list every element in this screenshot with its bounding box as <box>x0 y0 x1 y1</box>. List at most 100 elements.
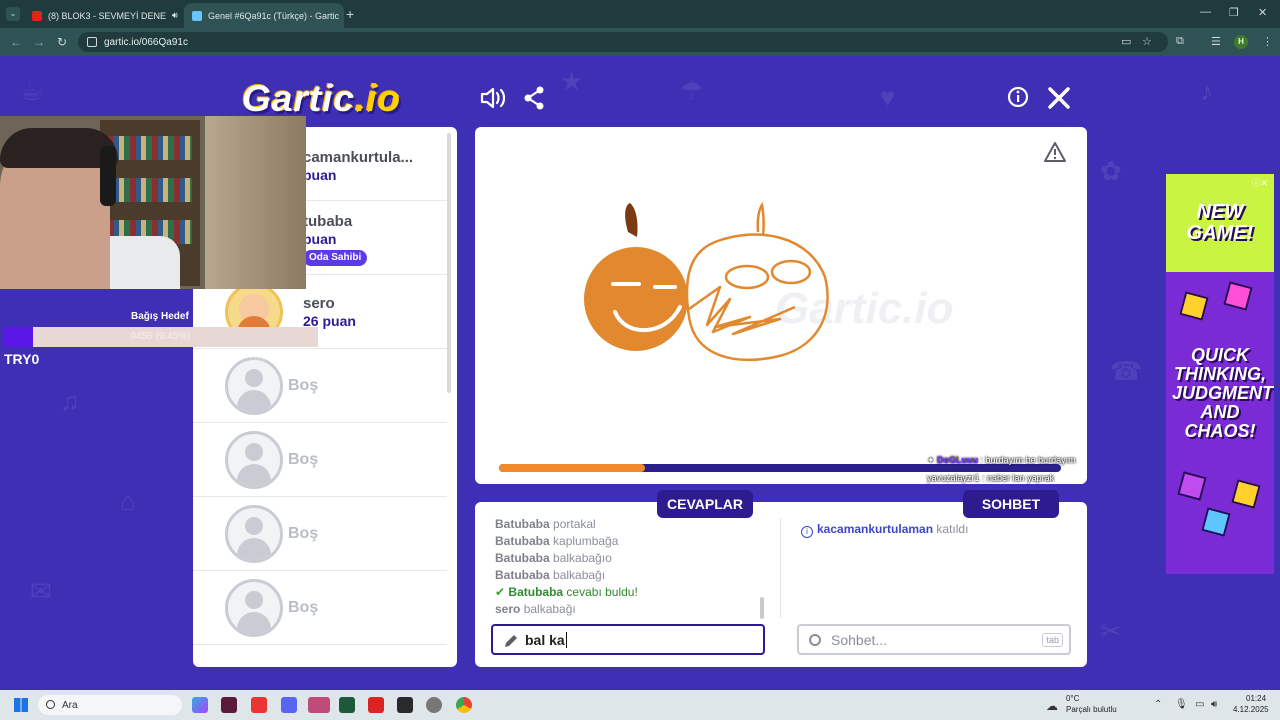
ad-card-icon <box>1223 281 1253 311</box>
tab-title: (8) BLOK3 - SEVMEYİ DENE <box>48 10 167 21</box>
gartic-favicon-icon <box>192 10 202 21</box>
weather-cloud-icon[interactable]: ☁ <box>1046 699 1058 713</box>
stream-chat-user: DoGLuuu <box>937 455 979 465</box>
pattern-icon: ✉ <box>30 576 52 606</box>
room-owner-badge: Oda Sahibi <box>303 250 368 266</box>
player-points: puan <box>303 167 337 183</box>
microphone-icon[interactable]: 🎙︎ <box>1175 699 1188 710</box>
empty-slot-label: Boş <box>288 451 319 468</box>
url-text: gartic.io/066Qa91c <box>104 36 188 48</box>
browser-toolbar: ← → ↻ gartic.io/066Qa91c ▭ ☆ ⧉ ☰ ⋮ <box>0 28 1280 56</box>
windows-start-icon[interactable] <box>14 698 28 712</box>
app-icon[interactable] <box>368 697 384 713</box>
share-icon[interactable] <box>523 86 545 117</box>
copilot-icon[interactable] <box>192 697 208 713</box>
pencil-icon <box>503 633 519 652</box>
logo-suffix: .io <box>354 78 402 119</box>
pattern-icon: ⌂ <box>120 486 136 516</box>
answer-item: Batubaba kaplumbağa <box>495 534 619 548</box>
pattern-icon: ★ <box>560 66 584 96</box>
drawing: Gartic.io <box>584 201 954 361</box>
donation-progress-text: 9456 (9.45%) <box>130 331 191 342</box>
pattern-icon: ✿ <box>1100 156 1122 186</box>
sound-icon[interactable] <box>480 86 506 117</box>
search-icon <box>46 700 55 709</box>
settings-gear-icon[interactable] <box>426 697 442 713</box>
maximize-icon[interactable]: ❐ <box>1229 6 1239 19</box>
taskbar-search[interactable]: Ara <box>38 695 182 715</box>
tray-expand-icon[interactable]: ⌃ <box>1154 699 1162 710</box>
chat-tab[interactable]: SOHBET <box>963 490 1059 518</box>
pattern-icon: ✂ <box>1100 616 1122 646</box>
app-icon[interactable] <box>251 697 267 713</box>
extensions-icon[interactable]: ⧉ <box>1176 35 1184 48</box>
back-icon[interactable]: ← <box>10 35 22 49</box>
donation-goal-label: Bağış Hedef <box>131 311 189 322</box>
drawing-canvas[interactable]: Gartic.io ✦ DoGLuuu : burdayım be burday… <box>475 127 1087 484</box>
exit-icon[interactable] <box>1047 86 1071 117</box>
app-icon[interactable] <box>221 697 237 713</box>
clock-date: 4.12.2025 <box>1233 705 1269 714</box>
speaker-icon[interactable]: 🔊︎ <box>172 10 178 21</box>
volume-icon[interactable]: 🔊︎ <box>1211 699 1217 710</box>
chrome-icon[interactable] <box>456 697 472 713</box>
chat-input[interactable]: Sohbet... tab <box>797 624 1071 655</box>
browser-menu-icon[interactable]: ⋮ <box>1262 35 1273 48</box>
info-icon[interactable] <box>1007 86 1029 115</box>
empty-avatar-icon <box>225 505 283 563</box>
profile-avatar[interactable]: H <box>1234 35 1248 49</box>
media-control-icon[interactable]: ☰ <box>1211 35 1221 48</box>
new-tab-icon[interactable]: + <box>346 6 354 22</box>
browser-tab-youtube[interactable]: (8) BLOK3 - SEVMEYİ DENE 🔊︎ ✕ <box>24 3 184 28</box>
address-bar[interactable]: gartic.io/066Qa91c <box>78 32 1168 52</box>
browser-tab-gartic[interactable]: Genel #6Qa91c (Türkçe) - Gartic ✕ <box>184 3 344 28</box>
orange-pumpkin <box>584 247 688 351</box>
ad-card-icon <box>1201 507 1231 537</box>
discord-icon[interactable] <box>281 697 297 713</box>
site-info-icon[interactable] <box>87 37 97 47</box>
app-icon[interactable] <box>308 697 330 713</box>
app-icon[interactable] <box>397 697 413 713</box>
empty-slot-label: Boş <box>288 525 319 542</box>
answers-scrollbar[interactable] <box>760 597 764 619</box>
empty-slot: Boş <box>193 423 447 497</box>
stream-chat-text: : naber lan yaprak <box>979 473 1055 483</box>
windows-taskbar: Ara ☁ 0°C Parçalı bulutlu ⌃ 🎙︎ ▭ 🔊︎ 01:2… <box>0 690 1280 720</box>
pumpkin-stem <box>625 203 638 237</box>
stream-chat-line: yavuzalayzr1 : naber lan yaprak <box>927 473 1054 483</box>
ad-close-icon[interactable]: ⓘ✕ <box>1251 176 1268 189</box>
ad-card-icon <box>1177 471 1207 501</box>
tab-search-button[interactable]: ⌄ <box>6 7 20 21</box>
chat-text: katıldı <box>933 522 969 536</box>
answer-item: sero balkabağı <box>495 602 576 616</box>
gartic-logo[interactable]: Gartic.io <box>242 78 401 120</box>
pattern-icon: ☂ <box>680 76 704 106</box>
app-icon[interactable] <box>339 697 355 713</box>
canvas-watermark: Gartic.io <box>775 284 954 333</box>
player-name: tubaba <box>303 213 353 230</box>
player-points: puan <box>303 231 337 247</box>
reload-icon[interactable]: ↻ <box>57 35 67 49</box>
report-warning-icon[interactable] <box>1043 141 1067 168</box>
players-scrollbar[interactable] <box>447 133 451 393</box>
webcam-door <box>205 116 306 289</box>
cast-icon[interactable]: ▭ <box>1121 35 1131 48</box>
answers-list: Batubaba portakal Batubaba kaplumbağa Ba… <box>495 516 765 618</box>
bookmark-star-icon[interactable]: ☆ <box>1142 35 1152 48</box>
youtube-icon <box>32 10 42 21</box>
empty-slot: Boş <box>193 571 447 645</box>
pattern-icon: ♪ <box>1200 76 1213 106</box>
answer-item: Batubaba portakal <box>495 517 596 531</box>
forward-icon[interactable]: → <box>33 35 45 49</box>
text-caret <box>565 631 567 648</box>
minimize-icon[interactable]: — <box>1200 6 1211 18</box>
empty-avatar-icon <box>225 431 283 489</box>
tab-key-hint: tab <box>1042 633 1063 647</box>
network-icon[interactable]: ▭ <box>1195 699 1204 710</box>
chat-bubble-icon <box>809 634 821 646</box>
answer-input[interactable]: bal ka <box>491 624 765 655</box>
window-close-icon[interactable]: ✕ <box>1258 6 1267 19</box>
answers-tab[interactable]: CEVAPLAR <box>657 490 753 518</box>
answers-chat-panel: Batubaba portakal Batubaba kaplumbağa Ba… <box>475 502 1087 667</box>
advertisement[interactable]: ⓘ✕ NEW GAME! QUICK THINKING, JUDGMENT AN… <box>1166 174 1274 574</box>
